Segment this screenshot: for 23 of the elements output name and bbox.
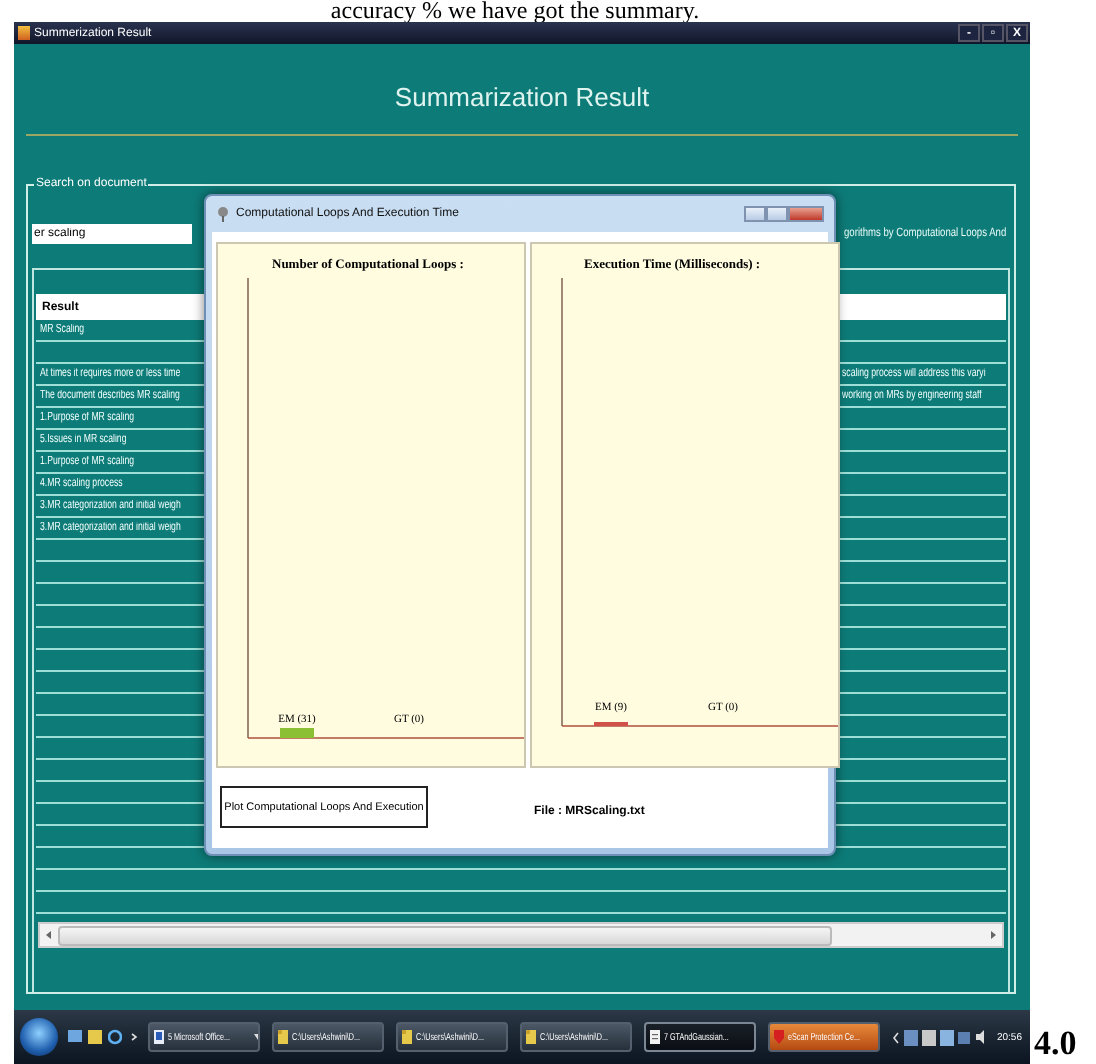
tray-icons[interactable]	[904, 1029, 937, 1045]
horizontal-scrollbar[interactable]	[38, 922, 1004, 948]
document-icon	[154, 1030, 164, 1044]
folder-icon	[278, 1030, 288, 1044]
document-icon	[650, 1030, 660, 1044]
chevron-icon[interactable]	[128, 1028, 142, 1046]
start-button[interactable]	[20, 1018, 58, 1056]
folder-icon	[402, 1030, 412, 1044]
browser-icon[interactable]	[108, 1028, 122, 1046]
folder-icon	[526, 1030, 536, 1044]
maximize-button[interactable]	[766, 206, 788, 222]
volume-icon[interactable]	[976, 1030, 989, 1044]
minimize-button[interactable]	[744, 206, 766, 222]
pin-icon	[216, 206, 230, 222]
shield-icon	[774, 1030, 784, 1044]
page-heading: Summarization Result	[394, 82, 650, 112]
page-number: 4.0	[1034, 1024, 1077, 1064]
caption-text: accuracy % we have got the summary.	[330, 0, 700, 22]
desktop-icon[interactable]	[68, 1028, 82, 1046]
network-icon[interactable]	[940, 1029, 973, 1045]
folder-icon[interactable]	[88, 1028, 102, 1046]
app-icon	[18, 26, 30, 40]
chevron-icon[interactable]	[892, 1031, 901, 1043]
